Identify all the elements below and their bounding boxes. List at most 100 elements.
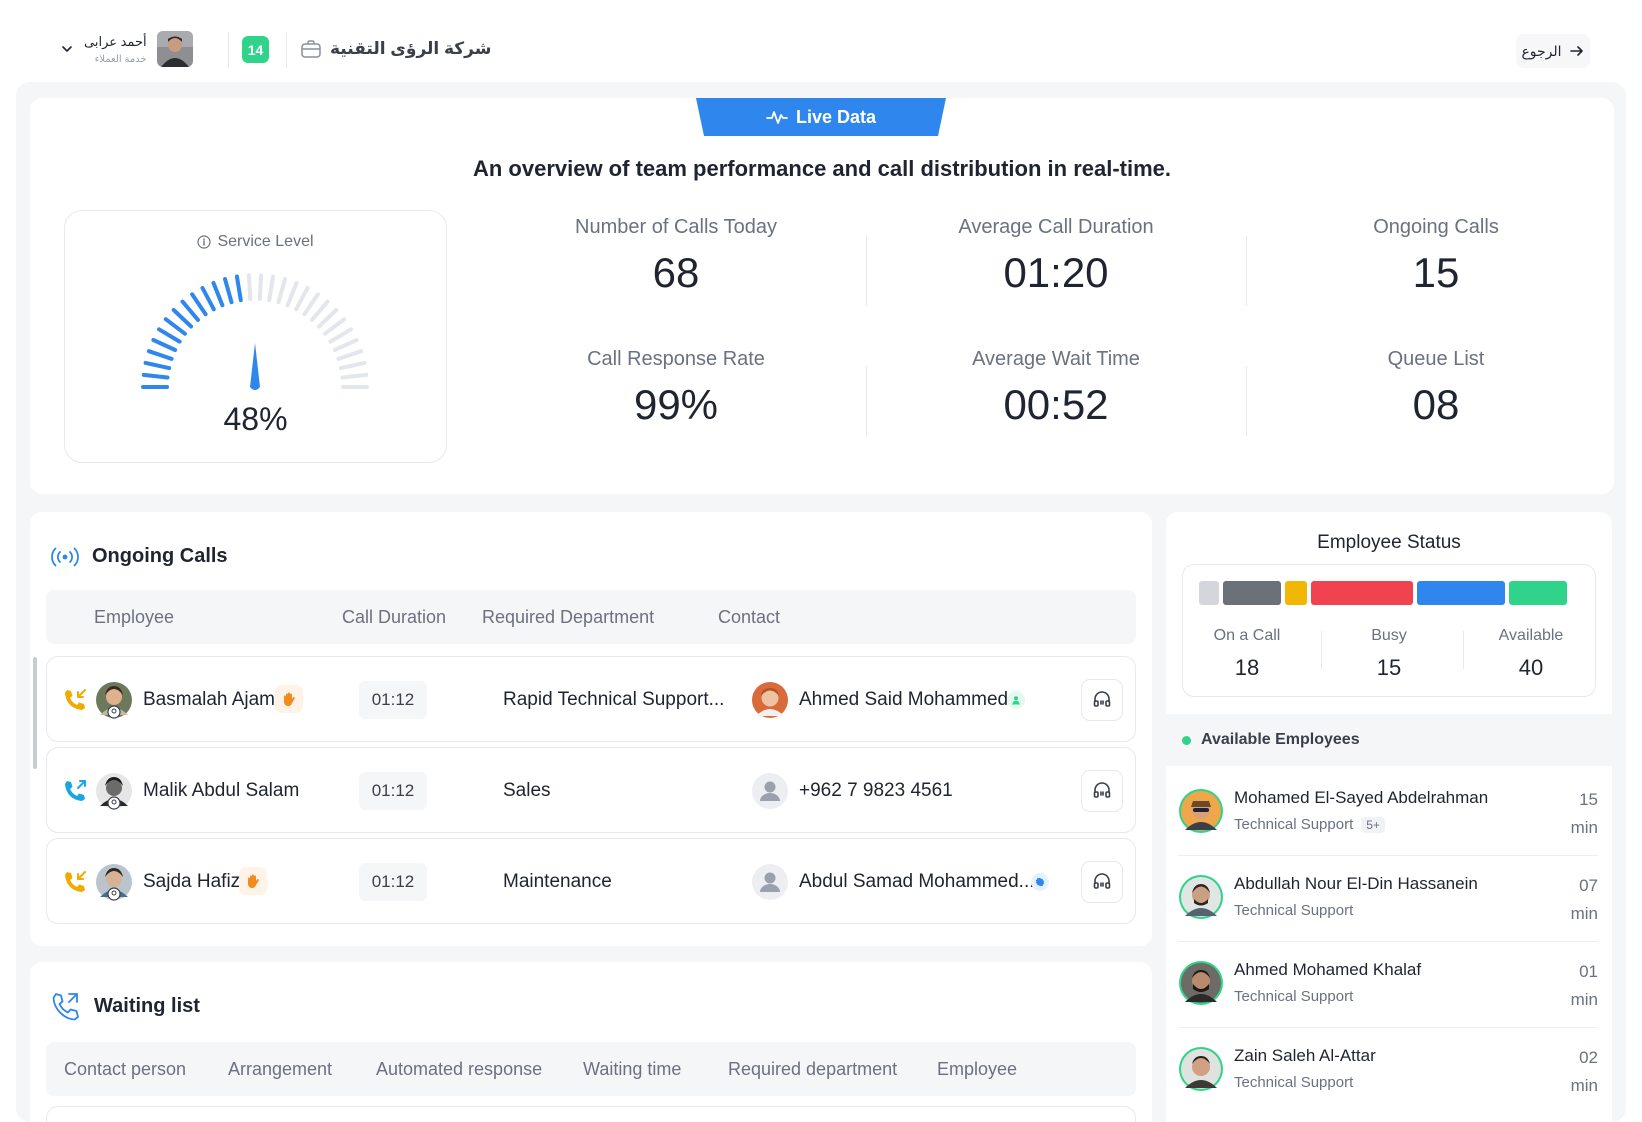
scrollbar[interactable] [33, 657, 37, 769]
raised-hand-icon [239, 867, 267, 895]
avatar [96, 682, 132, 719]
status-value: 15 [1376, 655, 1402, 680]
live-data-tab[interactable]: Live Data [696, 98, 946, 136]
employee-name: Basmalah Ajami [143, 689, 280, 710]
company-name: شركة الرؤى التقنية [330, 39, 492, 58]
time-value: 07 [1579, 876, 1598, 895]
column-header: Arrangement [228, 1059, 333, 1079]
incoming-call-icon [65, 871, 86, 892]
required-department: Rapid Technical Support... [503, 689, 725, 710]
list-item[interactable]: Abdullah Nour El-Din Hassanein Technical… [1178, 852, 1598, 942]
column-header: Waiting time [583, 1059, 682, 1079]
table-row[interactable]: Malik Abdul Salam 01:12 Sales +962 7 982… [46, 747, 1136, 833]
stat-value: 08 [1412, 381, 1460, 428]
time-unit: min [1570, 904, 1598, 923]
divider [228, 32, 229, 68]
status-busy: Busy 15 [1329, 627, 1449, 681]
available-employees-label: Available Employees [1201, 731, 1360, 748]
gauge-tick [302, 292, 320, 317]
avatar [1179, 789, 1223, 833]
available-time: 07 min [1571, 872, 1598, 928]
gauge-tick [316, 308, 339, 329]
service-level-value: 48% [223, 401, 288, 437]
gauge-tick [310, 299, 330, 322]
user-menu[interactable]: أحمد عرابى خدمة العملاء [60, 30, 193, 68]
available-time: 01 min [1571, 958, 1598, 1014]
column-header: Employee [94, 607, 175, 627]
status-segment [1509, 581, 1567, 605]
user-role: خدمة العملاء [94, 53, 147, 65]
listen-call-button[interactable] [1081, 679, 1123, 721]
table-row[interactable]: Sajda Hafiz 01:12 Maintenance Abdul Sama… [46, 838, 1136, 924]
live-data-label: Live Data [795, 106, 877, 127]
overview-card: Live Data An overview of team performanc… [30, 98, 1614, 494]
stat-label: Call Response Rate [587, 348, 765, 370]
available-employees-header: Available Employees [1166, 714, 1612, 766]
status-dot-icon [1182, 735, 1191, 745]
contact-name: Abdul Samad Mohammed... [799, 871, 1035, 892]
waiting-list-table-header: Contact person Arrangement Automated res… [46, 1042, 1136, 1096]
gauge-tick [163, 317, 187, 336]
back-button[interactable]: الرجوع [1516, 34, 1590, 68]
avatar [96, 864, 132, 901]
table-row[interactable] [46, 1106, 1136, 1122]
stat-label: Average Wait Time [972, 348, 1140, 370]
avatar [1179, 961, 1223, 1005]
column-header: Automated response [376, 1059, 543, 1079]
available-time: 15 min [1571, 786, 1598, 842]
required-department: Sales [503, 780, 551, 801]
employee-name: Mohamed El-Sayed Abdelrahman [1234, 788, 1489, 807]
status-available: Available 40 [1471, 627, 1591, 681]
gauge-tick [200, 286, 216, 312]
time-value: 02 [1579, 1048, 1598, 1067]
employee-name: Abdullah Nour El-Din Hassanein [1234, 874, 1478, 893]
avatar [96, 773, 132, 810]
list-item[interactable]: Mohamed El-Sayed Abdelrahman Technical S… [1178, 766, 1598, 856]
gauge-tick [157, 327, 182, 344]
employee-department-line: Technical Support [1234, 902, 1353, 919]
list-item[interactable]: Zain Saleh Al-Attar Technical Support 02… [1178, 1024, 1598, 1114]
gauge-tick [223, 277, 234, 305]
company-selector[interactable]: شركة الرؤى التقنية [300, 36, 491, 62]
user-placeholder-icon [752, 864, 788, 900]
employee-name: Zain Saleh Al-Attar [1234, 1046, 1376, 1065]
listen-call-button[interactable] [1081, 861, 1123, 903]
call-duration: 01:12 [359, 863, 427, 901]
stat-value: 99% [633, 381, 719, 428]
stat-value: 68 [652, 249, 700, 296]
stat-calls-today: Number of Calls Today 68 [486, 216, 866, 344]
notification-badge[interactable]: 14 [242, 36, 269, 63]
call-duration: 01:12 [359, 772, 427, 810]
list-item[interactable]: Ahmed Mohamed Khalaf Technical Support 0… [1178, 938, 1598, 1028]
listen-call-button[interactable] [1081, 770, 1123, 812]
gauge-tick [246, 273, 253, 302]
gauge-tick [151, 338, 178, 352]
user-name: أحمد عرابى [84, 33, 147, 49]
headset-icon [1093, 782, 1111, 798]
column-header: Call Duration [342, 607, 447, 627]
stat-ongoing-calls: Ongoing Calls 15 [1246, 216, 1626, 344]
call-duration: 01:12 [359, 681, 427, 719]
incoming-call-icon [65, 689, 86, 710]
waiting-list-card: Waiting list Contact person Arrangement … [30, 962, 1152, 1122]
info-icon [197, 235, 212, 249]
stat-label: Average Call Duration [958, 216, 1154, 238]
status-value: 40 [1518, 655, 1544, 680]
gauge-tick [328, 327, 353, 344]
divider [1321, 631, 1322, 669]
table-row[interactable]: Basmalah Ajami 01:12 Rapid Technical Sup… [46, 656, 1136, 742]
gauge-tick [234, 274, 243, 303]
gauge-tick [211, 281, 225, 308]
employee-name: Malik Abdul Salam [143, 780, 300, 801]
broadcast-icon [51, 547, 79, 566]
overview-title: An overview of team performance and call… [472, 156, 1172, 181]
verified-user-icon [1007, 691, 1025, 709]
status-label: Available [1498, 627, 1564, 644]
phone-waiting-icon [52, 993, 79, 1021]
time-unit: min [1570, 1076, 1598, 1095]
chevron-down-icon [62, 46, 72, 53]
gauge-tick [340, 372, 369, 380]
gauge-tick [323, 317, 347, 336]
stats-grid: Number of Calls Today 68 Average Call Du… [486, 216, 1626, 472]
status-distribution-bar [1199, 581, 1581, 605]
